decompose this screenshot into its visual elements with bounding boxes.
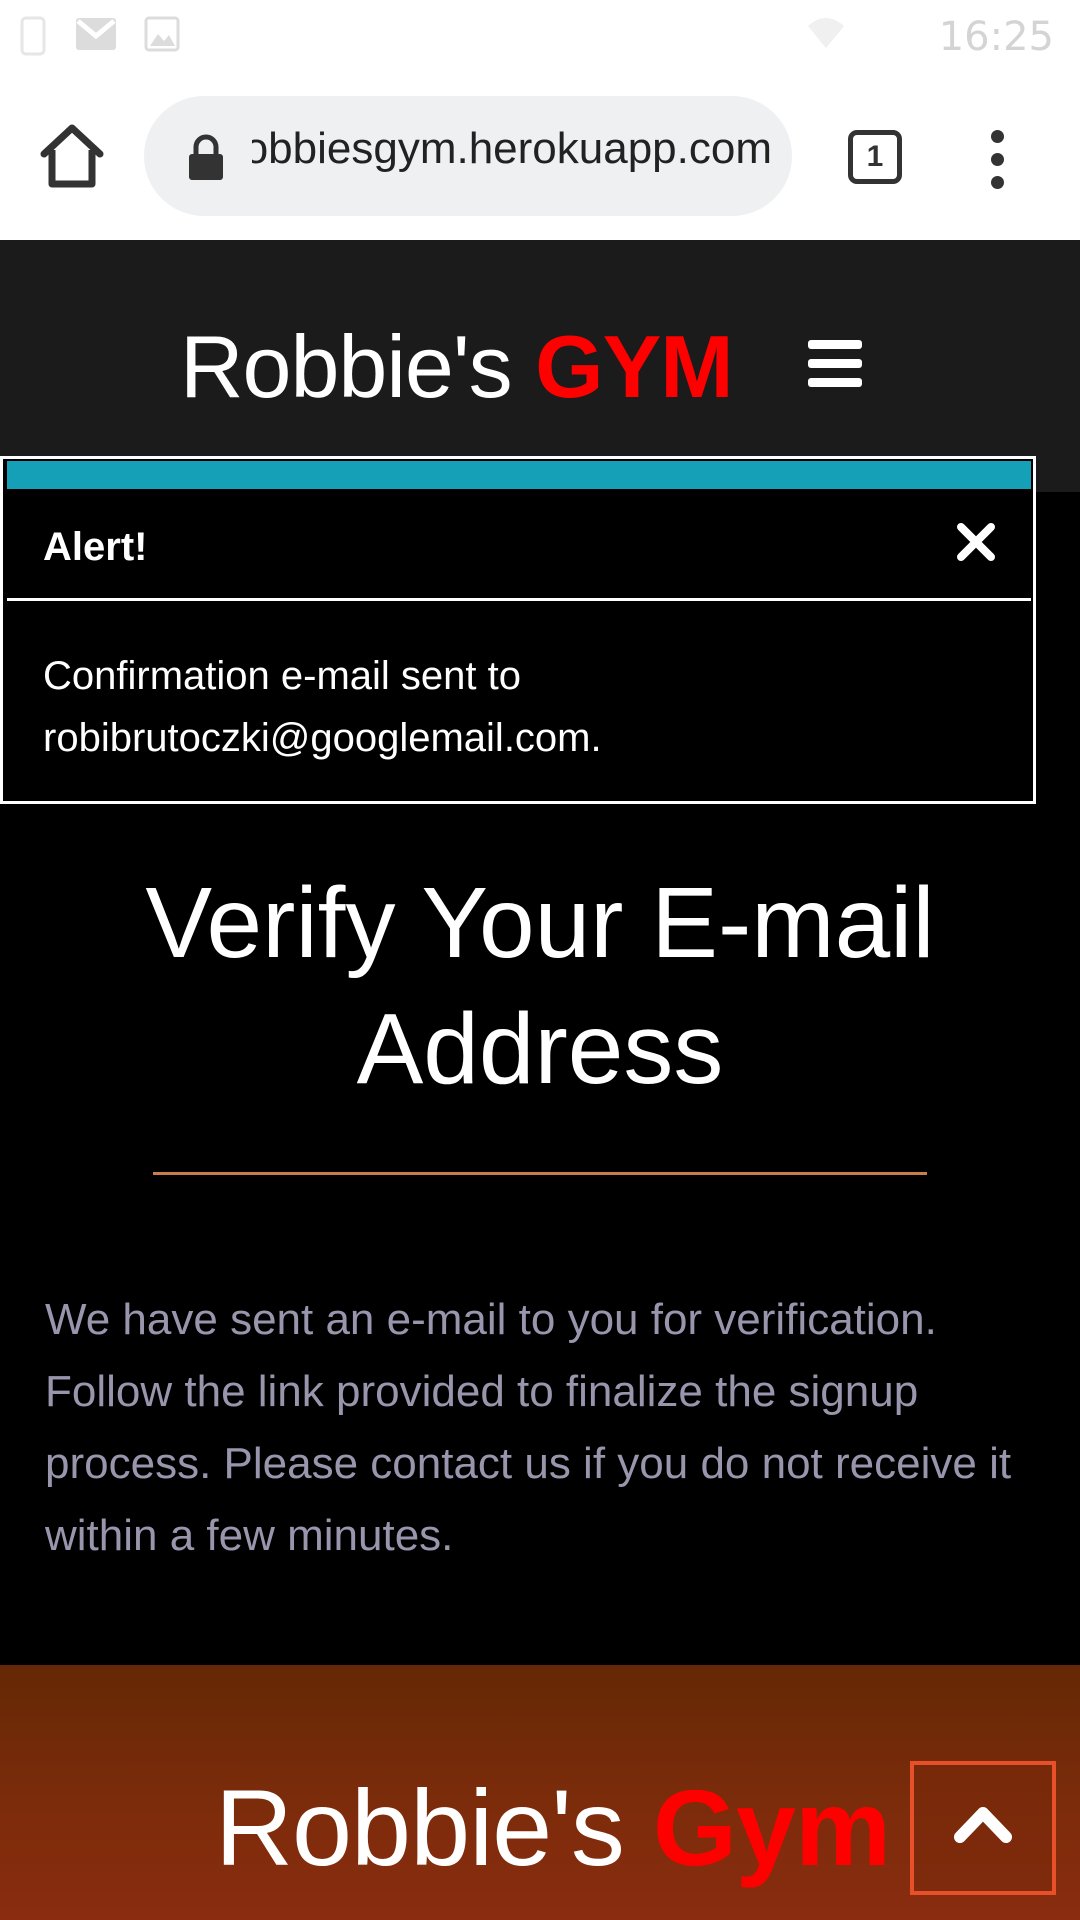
brand-accent: GYM <box>535 317 733 416</box>
close-icon[interactable] <box>953 519 999 565</box>
gmail-icon <box>76 18 116 50</box>
page-title-line1: Verify Your E-mail <box>145 867 935 979</box>
notification-icon <box>20 16 46 56</box>
more-vert-icon[interactable] <box>985 130 1009 190</box>
alert-accent-bar <box>7 461 1031 489</box>
brand-prefix: Robbie's <box>180 317 513 416</box>
alert-message: Confirmation e-mail sent to robibrutoczk… <box>43 645 1003 769</box>
tab-switcher-icon[interactable]: 1 <box>848 130 902 184</box>
page-title-line2: Address <box>356 993 724 1105</box>
clock: 16:25 <box>938 14 1054 60</box>
footer: Robbie's Gym <box>0 1665 1080 1920</box>
site-header: Robbie's GYM <box>0 240 1080 492</box>
alert-message-line1: Confirmation e-mail sent to <box>43 654 521 698</box>
url-text[interactable]: robbiesgym.herokuapp.com <box>252 124 772 174</box>
status-bar: 16:25 <box>0 0 1080 75</box>
footer-brand-prefix: Robbie's <box>215 1767 625 1888</box>
browser-toolbar: robbiesgym.herokuapp.com 1 <box>0 75 1080 240</box>
hamburger-icon[interactable] <box>808 340 862 388</box>
alert-title: Alert! <box>43 525 148 569</box>
back-to-top-button[interactable] <box>910 1761 1056 1895</box>
alert-toast: Alert! Confirmation e-mail sent to robib… <box>0 456 1036 804</box>
gallery-icon <box>144 16 180 52</box>
alert-message-line2: robibrutoczki@googlemail.com. <box>43 716 602 760</box>
wifi-icon <box>808 18 844 48</box>
home-icon[interactable] <box>38 122 106 190</box>
verification-text: We have sent an e-mail to you for verifi… <box>45 1295 1012 1560</box>
footer-brand[interactable]: Robbie's Gym <box>215 1765 891 1890</box>
title-divider <box>153 1172 927 1175</box>
brand-logo[interactable]: Robbie's GYM <box>180 316 734 418</box>
chevron-up-icon <box>954 1807 1012 1843</box>
footer-brand-accent: Gym <box>652 1767 891 1888</box>
page-title: Verify Your E-mail Address <box>40 860 1040 1112</box>
address-bar[interactable]: robbiesgym.herokuapp.com <box>144 96 792 216</box>
lock-icon[interactable] <box>186 134 226 182</box>
alert-divider <box>7 598 1031 601</box>
